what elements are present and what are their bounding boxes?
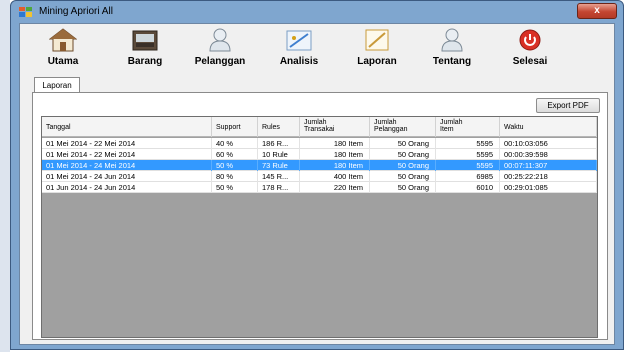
toolbar-analisis-button[interactable]: Analisis (264, 26, 334, 70)
column-header-support[interactable]: Support (212, 117, 258, 137)
cell-rules: 186 R... (258, 138, 300, 149)
cell-jumlah-transaksi: 220 Item (300, 182, 370, 193)
close-icon: x (594, 5, 600, 16)
analysis-icon (286, 30, 312, 51)
cell-jumlah-transaksi: 180 Item (300, 149, 370, 160)
grid-header: Tanggal Support Rules Jumlah Transakai J… (42, 117, 597, 137)
report-icon (365, 29, 389, 51)
cell-support: 50 % (212, 182, 258, 193)
cell-jumlah-pelanggan: 50 Orang (370, 138, 436, 149)
toolbar-tentang-button[interactable]: Tentang (417, 26, 487, 70)
cell-jumlah-pelanggan: 50 Orang (370, 171, 436, 182)
column-header-waktu[interactable]: Waktu (500, 117, 597, 137)
column-header-rules[interactable]: Rules (258, 117, 300, 137)
background-window-edge (0, 0, 10, 352)
toolbar-utama-label: Utama (47, 56, 79, 67)
app-icon (19, 7, 32, 17)
column-header-jumlah-item[interactable]: Jumlah Item (436, 117, 500, 137)
cell-tanggal: 01 Mei 2014 - 24 Mei 2014 (42, 160, 212, 171)
toolbar-pelanggan-button[interactable]: Pelanggan (185, 26, 255, 70)
report-grid[interactable]: Tanggal Support Rules Jumlah Transakai J… (41, 116, 598, 338)
table-row[interactable]: 01 Mei 2014 - 22 Mei 2014 60 % 10 Rule 1… (42, 149, 597, 160)
cell-waktu: 00:29:01:085 (500, 182, 597, 193)
toolbar-tentang-label: Tentang (432, 56, 472, 67)
cell-waktu: 00:00:39:598 (500, 149, 597, 160)
cell-jumlah-pelanggan: 50 Orang (370, 149, 436, 160)
cell-jumlah-item: 6010 (436, 182, 500, 193)
cell-jumlah-item: 5595 (436, 149, 500, 160)
cell-support: 50 % (212, 160, 258, 171)
cell-waktu: 00:10:03:056 (500, 138, 597, 149)
export-pdf-button[interactable]: Export PDF (536, 98, 600, 113)
cell-jumlah-transaksi: 400 Item (300, 171, 370, 182)
toolbar-laporan-button[interactable]: Laporan (342, 26, 412, 70)
cell-rules: 178 R... (258, 182, 300, 193)
cell-jumlah-pelanggan: 50 Orang (370, 160, 436, 171)
window-title: Mining Apriori All (39, 6, 113, 17)
cell-tanggal: 01 Mei 2014 - 24 Jun 2014 (42, 171, 212, 182)
toolbar-barang-label: Barang (127, 56, 163, 67)
column-header-tanggal[interactable]: Tanggal (42, 117, 212, 137)
cell-support: 60 % (212, 149, 258, 160)
toolbar-barang-button[interactable]: Barang (110, 26, 180, 70)
toolbar-laporan-label: Laporan (357, 56, 397, 67)
toolbar-utama-button[interactable]: Utama (28, 26, 98, 70)
cell-waktu: 00:25:22:218 (500, 171, 597, 182)
column-header-jumlah-transaksi[interactable]: Jumlah Transakai (300, 117, 370, 137)
cell-jumlah-transaksi: 180 Item (300, 160, 370, 171)
close-button[interactable]: x (577, 3, 617, 19)
client-area: Utama Barang Pelanggan Analisis Laporan … (19, 23, 615, 345)
cell-waktu: 00:07:11:307 (500, 160, 597, 171)
table-row[interactable]: 01 Mei 2014 - 22 Mei 2014 40 % 186 R... … (42, 138, 597, 149)
cell-jumlah-item: 6985 (436, 171, 500, 182)
power-icon (519, 29, 541, 51)
cell-rules: 10 Rule (258, 149, 300, 160)
app-window: Mining Apriori All x Utama Barang Pelang… (10, 0, 624, 350)
user-icon (209, 28, 231, 52)
cell-jumlah-pelanggan: 50 Orang (370, 182, 436, 193)
cell-tanggal: 01 Jun 2014 - 24 Jun 2014 (42, 182, 212, 193)
table-row[interactable]: 01 Jun 2014 - 24 Jun 2014 50 % 178 R... … (42, 182, 597, 193)
cell-rules: 73 Rule (258, 160, 300, 171)
box-icon (132, 30, 158, 51)
about-user-icon (441, 28, 463, 52)
laporan-panel: Export PDF Tanggal Support Rules Jumlah … (32, 92, 608, 340)
cell-tanggal: 01 Mei 2014 - 22 Mei 2014 (42, 149, 212, 160)
cell-jumlah-transaksi: 180 Item (300, 138, 370, 149)
toolbar-selesai-button[interactable]: Selesai (495, 26, 565, 70)
title-bar[interactable]: Mining Apriori All x (11, 1, 623, 23)
toolbar-pelanggan-label: Pelanggan (194, 56, 246, 67)
column-header-jumlah-pelanggan[interactable]: Jumlah Pelanggan (370, 117, 436, 137)
cell-support: 80 % (212, 171, 258, 182)
cell-jumlah-item: 5595 (436, 160, 500, 171)
toolbar-analisis-label: Analisis (279, 56, 319, 67)
cell-tanggal: 01 Mei 2014 - 22 Mei 2014 (42, 138, 212, 149)
toolbar-selesai-label: Selesai (512, 56, 548, 67)
house-icon (49, 28, 77, 52)
table-row-selected[interactable]: 01 Mei 2014 - 24 Mei 2014 50 % 73 Rule 1… (42, 160, 597, 171)
cell-jumlah-item: 5595 (436, 138, 500, 149)
table-row[interactable]: 01 Mei 2014 - 24 Jun 2014 80 % 145 R... … (42, 171, 597, 182)
cell-support: 40 % (212, 138, 258, 149)
main-toolbar: Utama Barang Pelanggan Analisis Laporan … (20, 24, 614, 72)
tab-laporan[interactable]: Laporan (34, 77, 80, 93)
cell-rules: 145 R... (258, 171, 300, 182)
